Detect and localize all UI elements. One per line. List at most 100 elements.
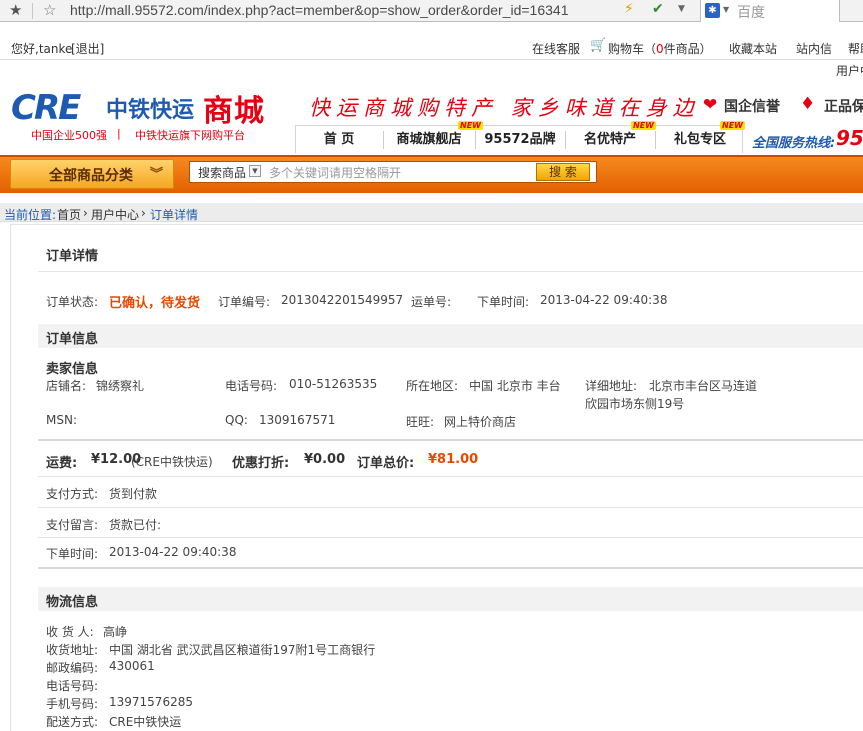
seller-region-label: 所在地区: (406, 379, 459, 393)
order-number-label: 订单编号: (218, 295, 271, 309)
nav-tab-home[interactable]: 首 页 (298, 128, 380, 152)
shipping-fee-label: 运费: (46, 456, 78, 471)
search-input[interactable]: 多个关键词请用空格隔开 (269, 164, 401, 181)
qq-value: 1309167571 (259, 413, 336, 427)
order-info-header (38, 324, 863, 348)
cart-prefix: 购物车（ (608, 42, 657, 56)
postcode-label: 邮政编码: (46, 661, 99, 675)
extension-icon[interactable]: ✔ (652, 1, 664, 17)
cart-link[interactable]: 购物车（0件商品） (608, 40, 712, 57)
breadcrumb-separator: › (141, 206, 146, 220)
seller-phone-value: 010-51263535 (289, 377, 378, 391)
delivery-method-label: 配送方式: (46, 715, 99, 729)
nav-tab-gift-packs[interactable]: 礼包专区 (658, 128, 742, 152)
order-status-value: 已确认，待发货 (109, 296, 201, 311)
breadcrumb-label: 当前位置: (4, 208, 57, 222)
header-slogan: 快运商城购特产 家乡味道在身边 (309, 96, 700, 120)
postcode-value: 430061 (109, 659, 155, 673)
chevron-down-icon[interactable]: ▼ (678, 4, 685, 14)
seller-address-line2: 欣园市场东侧19号 (585, 397, 685, 411)
mobile-value: 13971576285 (109, 695, 193, 709)
browser-toolbar: ★ ☆ http://mall.95572.com/index.php?act=… (0, 0, 863, 22)
order-status-label: 订单状态: (46, 295, 99, 309)
lightning-icon[interactable]: ⚡ (624, 1, 634, 17)
logo-tagline-separator: | (117, 127, 121, 140)
order-number-value: 2013042201549957 (281, 293, 404, 307)
bookmark-page-icon[interactable]: ☆ (43, 1, 56, 19)
breadcrumb-home[interactable]: 首页 (57, 206, 81, 223)
receiver-address-label: 收货地址: (46, 643, 99, 657)
seller-address-line1: 北京市丰台区马连道 (649, 379, 758, 393)
logistics-header (38, 587, 863, 611)
logo-tagline-2: 中铁快运旗下网购平台 (135, 129, 245, 142)
new-badge: NEW (720, 121, 745, 130)
delivery-method-value: CRE中铁快运 (109, 715, 182, 729)
breadcrumb-user-center[interactable]: 用户中心 (91, 206, 139, 223)
logout-link[interactable]: [退出] (71, 40, 104, 57)
breadcrumb-separator: › (83, 206, 88, 220)
receiver-phone-label: 电话号码: (46, 679, 99, 693)
online-service-link[interactable]: 在线客服 (532, 40, 580, 57)
toolbar-divider (32, 3, 33, 19)
cart-icon[interactable]: 🛒 (590, 38, 606, 53)
payment-note-label: 支付留言: (46, 518, 99, 532)
new-badge: NEW (631, 121, 656, 130)
qq-label: QQ: (225, 413, 248, 427)
logo-shop-text: 商城 (203, 94, 265, 129)
shop-name-value[interactable]: 锦绣察礼 (96, 377, 144, 394)
search-button[interactable]: 搜 索 (536, 163, 590, 181)
receiver-address-value: 中国 湖北省 武汉武昌区粮道街197附1号工商银行 (109, 643, 376, 657)
logo-cre-text: CRE (11, 88, 81, 128)
chevron-down-icon[interactable]: ▼ (723, 5, 729, 14)
browser-search-box[interactable]: ✱ ▼ 百度 (700, 0, 840, 22)
nav-divider (383, 131, 384, 149)
payment-note-value: 货款已付: (109, 518, 162, 532)
all-categories-label: 全部商品分类 (49, 168, 133, 184)
wangwang-label: 旺旺: (406, 415, 435, 429)
nav-tab-specialties[interactable]: 名优特产 (568, 128, 652, 152)
user-center-link[interactable]: 用户中 (836, 62, 863, 79)
msn-label: MSN: (46, 413, 77, 427)
nav-tab-95572-brand[interactable]: 95572品牌 (478, 128, 562, 152)
top-links-bar: 您好,tanke [退出] 在线客服 🛒 购物车（0件商品） 收藏本站 站内信 … (0, 34, 863, 60)
discount-value: ¥0.00 (304, 452, 346, 467)
mobile-label: 手机号码: (46, 697, 99, 711)
receiver-value: 高峥 (103, 625, 128, 639)
discount-label: 优惠打折: (232, 456, 290, 471)
help-link[interactable]: 帮助 (848, 40, 863, 57)
payment-method-label: 支付方式: (46, 487, 99, 501)
nav-tab-flagship[interactable]: 商城旗舰店 (386, 128, 472, 152)
greeting-text: 您好,tanke (11, 42, 73, 56)
bookmarks-star-icon[interactable]: ★ (9, 1, 22, 19)
order-total-label: 订单总价: (357, 456, 415, 471)
logo-tagline-1: 中国企业500强 (31, 129, 107, 142)
wangwang-value[interactable]: 网上特价商店 (444, 413, 516, 430)
seller-region-value: 中国 北京市 丰台 (469, 379, 561, 393)
payment-time-label: 下单时间: (46, 547, 99, 561)
shipping-carrier: (CRE中铁快运) (131, 455, 213, 469)
nav-divider (655, 131, 656, 149)
order-time-value: 2013-04-22 09:40:38 (540, 293, 668, 307)
seller-info-title: 卖家信息 (46, 362, 99, 377)
order-total-value: ¥81.00 (428, 452, 479, 467)
search-type-select[interactable]: 搜索商品 (198, 164, 246, 181)
divider (38, 567, 863, 569)
nav-divider (565, 131, 566, 149)
nav-divider (475, 131, 476, 149)
divider (38, 271, 863, 272)
chevron-down-icon[interactable]: ▼ (249, 165, 261, 177)
divider (38, 537, 863, 538)
divider (38, 507, 863, 508)
breadcrumb-current: 订单详情 (150, 208, 199, 222)
receiver-label: 收 货 人: (46, 625, 94, 639)
guoqi-badge: 国企信誉 (724, 99, 780, 115)
address-bar[interactable]: http://mall.95572.com/index.php?act=memb… (70, 2, 568, 18)
baidu-paw-icon: ✱ (705, 3, 720, 18)
messages-link[interactable]: 站内信 (796, 40, 832, 57)
payment-time-value: 2013-04-22 09:40:38 (109, 545, 237, 559)
page-title: 订单详情 (46, 249, 99, 264)
hotline-label: 全国服务热线: (752, 136, 836, 151)
waybill-label: 运单号: (411, 295, 452, 309)
bookmark-site-link[interactable]: 收藏本站 (729, 40, 777, 57)
logo-brand-text: 中铁快运 (106, 98, 195, 123)
